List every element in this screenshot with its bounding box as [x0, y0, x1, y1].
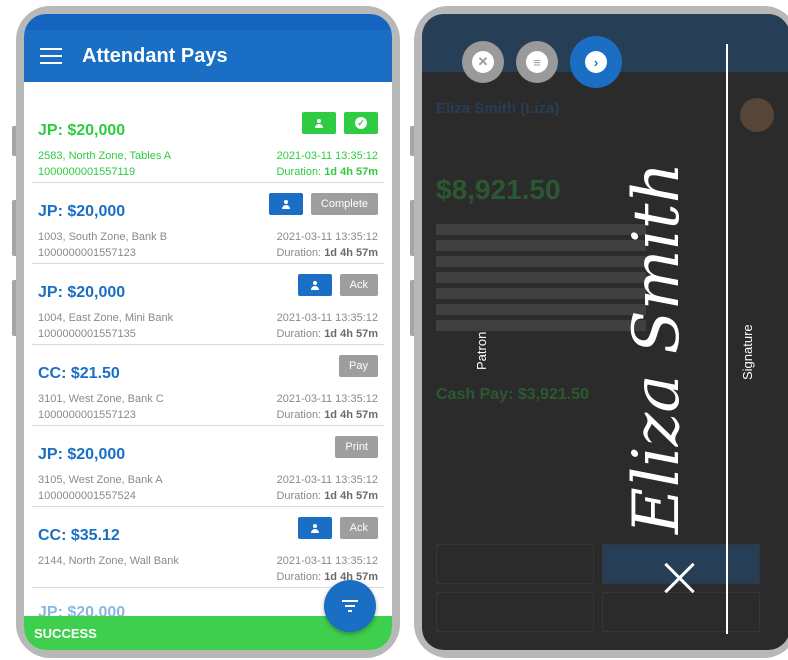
signature-baseline [726, 44, 728, 634]
amount: JP: $20,000 [38, 446, 126, 463]
person-icon [281, 199, 290, 209]
pay-button[interactable]: Pay [339, 355, 378, 377]
record-id: 1000000001557123 [38, 409, 136, 421]
datetime: 2021-03-11 13:35:12 [276, 231, 378, 243]
close-circle-icon: ✕ [472, 51, 494, 73]
cash-pay: Cash Pay: $3,921.50 [436, 386, 589, 403]
row-meta: 3105, West Zone, Bank A 1000000001557524 [38, 472, 163, 504]
dim-button [602, 592, 760, 632]
list-item[interactable]: JP: $20,000 ✓ 2583, North Zone, Tables A… [32, 102, 384, 183]
check-circle-icon: ✓ [355, 117, 367, 129]
person-icon [310, 280, 319, 290]
detail-lines [436, 224, 646, 336]
row-meta: 3101, West Zone, Bank C 1000000001557123 [38, 391, 164, 423]
amount: CC: $21.50 [38, 365, 120, 382]
ack-button[interactable]: Ack [339, 517, 378, 539]
row-actions: Ack [297, 274, 378, 296]
filter-icon [342, 600, 358, 602]
row-actions: Pay [339, 355, 378, 377]
assign-button[interactable] [302, 112, 336, 134]
row-time: 2021-03-11 13:35:12 Duration: 1d 4h 57m [276, 148, 378, 180]
duration: Duration: 1d 4h 57m [276, 490, 378, 502]
assign-button[interactable] [268, 193, 303, 215]
hamburger-menu-icon[interactable] [40, 48, 62, 64]
dim-button [436, 592, 594, 632]
location: 2583, North Zone, Tables A [38, 150, 172, 162]
patron-name: Eliza Smith (Liza) [436, 100, 560, 117]
datetime: 2021-03-11 13:35:12 [276, 312, 378, 324]
row-meta: 2583, North Zone, Tables A 1000000001557… [38, 148, 171, 180]
row-time: 2021-03-11 13:35:12 Duration: 1d 4h 57m [276, 472, 378, 504]
location: 3105, West Zone, Bank A [38, 474, 163, 486]
duration: Duration: 1d 4h 57m [276, 328, 378, 340]
print-button[interactable]: Print [335, 436, 378, 458]
status-bar [24, 14, 392, 30]
row-actions: ✓ [302, 112, 378, 134]
total-amount: $8,921.50 [436, 174, 561, 205]
person-icon [310, 523, 319, 533]
datetime: 2021-03-11 13:35:12 [276, 474, 378, 486]
list-item[interactable]: CC: $21.50 Pay 3101, West Zone, Bank C 1… [32, 345, 384, 426]
list-button[interactable]: ≡ [516, 41, 558, 83]
signature-screen: Eliza Smith (Liza) $8,921.50 Cash Pay: $… [422, 14, 788, 650]
row-time: 2021-03-11 13:35:12 Duration: 1d 4h 57m [276, 391, 378, 423]
datetime: 2021-03-11 13:35:12 [276, 393, 378, 405]
record-id: 1000000001557119 [38, 166, 136, 178]
assign-button[interactable] [297, 517, 332, 539]
location: 1003, South Zone, Bank B [38, 231, 168, 243]
right-phone: Eliza Smith (Liza) $8,921.50 Cash Pay: $… [414, 6, 788, 658]
row-actions: Complete [268, 193, 378, 215]
ack-button[interactable]: Ack [339, 274, 378, 296]
app-bar: Attendant Pays [24, 30, 392, 82]
row-actions: Ack [297, 517, 378, 539]
clear-button[interactable]: ✕ [462, 41, 504, 83]
next-button[interactable]: › [570, 36, 622, 88]
duration: Duration: 1d 4h 57m [276, 247, 378, 259]
record-id: 1000000001557135 [38, 328, 136, 340]
row-actions: Print [335, 436, 378, 458]
person-icon [315, 118, 323, 128]
close-icon[interactable] [662, 560, 698, 596]
list-item[interactable]: JP: $20,000 Ack 1004, East Zone, Mini Ba… [32, 264, 384, 345]
duration: Duration: 1d 4h 57m [276, 409, 378, 421]
left-phone: Attendant Pays JP: $20,000 ✓ 2583, North… [16, 6, 400, 658]
patron-label: Patron [474, 331, 489, 370]
dim-button [436, 544, 594, 584]
pays-list: JP: $20,000 ✓ 2583, North Zone, Tables A… [24, 102, 392, 588]
assign-button[interactable] [297, 274, 332, 296]
signature-controls: ✕ ≡ › [462, 36, 622, 88]
record-id: 1000000001557524 [38, 490, 136, 502]
attendant-pays-screen: Attendant Pays JP: $20,000 ✓ 2583, North… [24, 14, 392, 650]
avatar [740, 98, 774, 132]
location: 2144, North Zone, Wall Bank [38, 555, 179, 567]
row-time: 2021-03-11 13:35:12 Duration: 1d 4h 57m [276, 553, 378, 585]
datetime: 2021-03-11 13:35:12 [276, 150, 378, 162]
complete-button[interactable]: Complete [310, 193, 378, 215]
list-icon: ≡ [526, 51, 548, 73]
arrow-right-icon: › [585, 51, 607, 73]
location: 3101, West Zone, Bank C [38, 393, 164, 405]
list-item[interactable]: JP: $20,000 Complete 1003, South Zone, B… [32, 183, 384, 264]
signature-label: Signature [740, 324, 755, 380]
row-meta: 1004, East Zone, Mini Bank 1000000001557… [38, 310, 173, 342]
datetime: 2021-03-11 13:35:12 [276, 555, 378, 567]
list-item[interactable]: JP: $20,000 Print 3105, West Zone, Bank … [32, 426, 384, 507]
page-title: Attendant Pays [82, 44, 228, 67]
list-item[interactable]: CC: $35.12 Ack 2144, North Zone, Wall Ba… [32, 507, 384, 588]
row-time: 2021-03-11 13:35:12 Duration: 1d 4h 57m [276, 310, 378, 342]
location: 1004, East Zone, Mini Bank [38, 312, 174, 324]
complete-button[interactable]: ✓ [344, 112, 378, 134]
record-id: 1000000001557123 [38, 247, 136, 259]
filter-button[interactable] [324, 580, 376, 632]
duration: Duration: 1d 4h 57m [276, 166, 378, 178]
row-time: 2021-03-11 13:35:12 Duration: 1d 4h 57m [276, 229, 378, 261]
row-meta: 1003, South Zone, Bank B 100000000155712… [38, 229, 167, 261]
row-meta: 2144, North Zone, Wall Bank [38, 553, 179, 569]
